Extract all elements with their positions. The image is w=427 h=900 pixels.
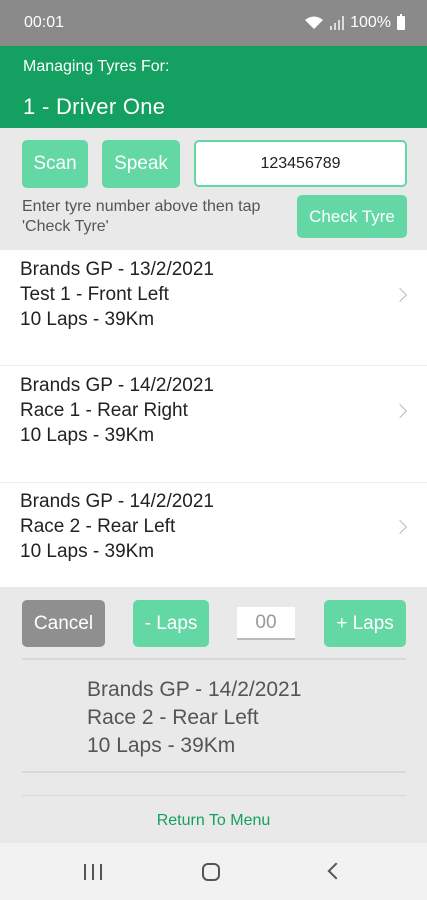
selected-distance: 10 Laps - 39Km <box>87 734 236 757</box>
list-item[interactable]: Brands GP - 14/2/2021 Race 2 - Rear Left… <box>0 484 427 587</box>
list-item-distance: 10 Laps - 39Km <box>20 541 155 562</box>
speak-button[interactable]: Speak <box>102 140 180 188</box>
driver-title: 1 - Driver One <box>23 94 166 119</box>
list-item-event: Brands GP - 13/2/2021 <box>20 259 214 280</box>
header-subtitle: Managing Tyres For: <box>23 58 170 75</box>
system-nav-bar <box>0 843 427 900</box>
recent-apps-icon[interactable] <box>84 864 102 880</box>
check-tyre-button[interactable]: Check Tyre <box>297 195 407 238</box>
return-to-menu-link[interactable]: Return To Menu <box>0 812 427 830</box>
list-item-event: Brands GP - 14/2/2021 <box>20 491 214 512</box>
status-time: 00:01 <box>24 14 65 31</box>
list-item-session: Race 2 - Rear Left <box>20 516 176 537</box>
battery-percent: 100% <box>350 14 391 31</box>
laps-input[interactable] <box>237 607 295 640</box>
status-icons: 100% <box>304 14 405 32</box>
home-icon[interactable] <box>202 863 220 881</box>
plus-laps-button[interactable]: + Laps <box>324 600 406 647</box>
list-item[interactable]: Brands GP - 14/2/2021 Race 1 - Rear Righ… <box>0 367 427 483</box>
chevron-right-icon <box>392 403 408 419</box>
list-item-session: Race 1 - Rear Right <box>20 400 188 421</box>
cancel-button[interactable]: Cancel <box>22 600 105 647</box>
wifi-icon <box>305 16 324 29</box>
back-icon[interactable] <box>327 862 345 880</box>
header: Managing Tyres For: 1 - Driver One <box>0 46 427 128</box>
chevron-right-icon <box>392 287 408 303</box>
chevron-right-icon <box>392 519 408 535</box>
selected-event: Brands GP - 14/2/2021 <box>87 678 302 701</box>
signal-icon <box>330 16 345 30</box>
tyre-hint-text: Enter tyre number above then tap 'Check … <box>22 198 261 235</box>
divider <box>22 795 406 796</box>
list-item[interactable]: Brands GP - 13/2/2021 Test 1 - Front Lef… <box>0 250 427 366</box>
list-item-session: Test 1 - Front Left <box>20 284 169 305</box>
status-bar: 00:01 100% <box>0 0 427 46</box>
selected-session: Race 2 - Rear Left <box>87 706 259 729</box>
divider <box>22 658 406 660</box>
minus-laps-button[interactable]: - Laps <box>133 600 209 647</box>
scan-button[interactable]: Scan <box>22 140 88 188</box>
list-item-event: Brands GP - 14/2/2021 <box>20 375 214 396</box>
list-item-distance: 10 Laps - 39Km <box>20 309 155 330</box>
list-item-distance: 10 Laps - 39Km <box>20 425 155 446</box>
tyre-number-input[interactable] <box>194 140 407 187</box>
divider <box>22 771 406 773</box>
tyre-history-list[interactable]: Brands GP - 13/2/2021 Test 1 - Front Lef… <box>0 250 427 587</box>
battery-icon <box>397 14 405 30</box>
